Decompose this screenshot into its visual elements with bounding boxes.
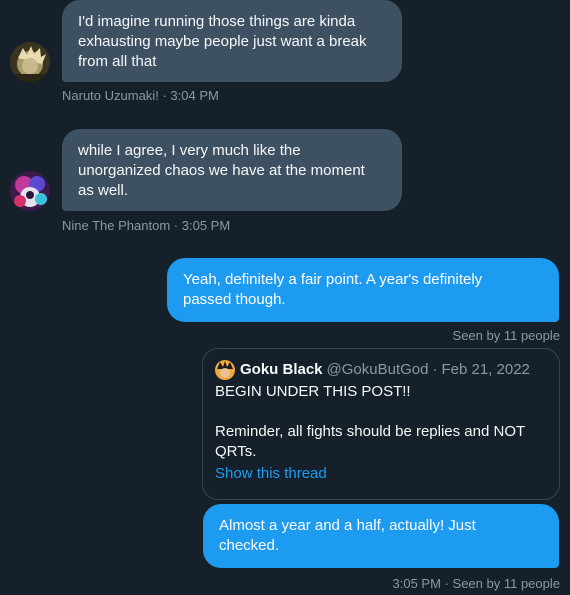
seen-by-count[interactable]: Seen by 11 people bbox=[453, 328, 560, 343]
separator-dot: · bbox=[173, 218, 179, 233]
quoted-tweet-card[interactable]: Goku Black @GokuButGod · Feb 21, 2022 BE… bbox=[202, 348, 560, 500]
message-text-line: checked. bbox=[219, 537, 280, 554]
avatar-nine-the-phantom[interactable] bbox=[10, 171, 50, 211]
sender-name[interactable]: Naruto Uzumaki! bbox=[62, 88, 159, 103]
message-bubble-incoming[interactable]: while I agree, I very much like the unor… bbox=[62, 129, 402, 211]
message-text-line: exhausting maybe people just want a brea… bbox=[78, 33, 367, 50]
message-text-line: passed though. bbox=[183, 291, 286, 308]
quoted-author-handle: @GokuButGod bbox=[326, 361, 429, 378]
message-meta: Naruto Uzumaki! · 3:04 PM bbox=[62, 88, 219, 104]
message-text-line: unorganized chaos we have at the moment bbox=[78, 162, 365, 179]
message-text-line: as well. bbox=[78, 182, 129, 199]
message-text-line: I'd imagine running those things are kin… bbox=[78, 13, 356, 30]
separator-dot: · bbox=[432, 361, 438, 378]
avatar-image bbox=[10, 171, 50, 211]
message-time: 3:05 PM bbox=[181, 218, 231, 233]
seen-by-count[interactable]: Seen by 11 people bbox=[453, 576, 560, 591]
message-text-line: Yeah, definitely a fair point. A year's … bbox=[183, 271, 483, 288]
separator-dot: · bbox=[444, 576, 449, 591]
quoted-tweet-header: Goku Black @GokuButGod · Feb 21, 2022 bbox=[215, 360, 547, 380]
avatar-naruto[interactable] bbox=[10, 42, 50, 82]
quoted-tweet-text: BEGIN UNDER THIS POST!! bbox=[215, 383, 411, 400]
quoted-tweet-text: Reminder, all fights should be replies a… bbox=[215, 423, 526, 440]
separator-dot: · bbox=[162, 88, 167, 103]
message-bubble-incoming[interactable]: I'd imagine running those things are kin… bbox=[62, 0, 402, 82]
message-bubble-outgoing[interactable]: Yeah, definitely a fair point. A year's … bbox=[167, 258, 559, 322]
message-text-line: while I agree, I very much like the bbox=[78, 142, 301, 159]
message-time: 3:05 PM bbox=[392, 576, 441, 591]
message-meta: Nine The Phantom · 3:05 PM bbox=[62, 218, 230, 234]
show-thread-link[interactable]: Show this thread bbox=[215, 464, 547, 484]
seen-status: Seen by 11 people bbox=[453, 328, 560, 344]
message-bubble-outgoing[interactable]: Almost a year and a half, actually! Just… bbox=[203, 504, 559, 568]
message-time: 3:04 PM bbox=[170, 88, 219, 103]
message-meta: 3:05 PM · Seen by 11 people bbox=[393, 576, 560, 592]
message-text-line: Almost a year and a half, actually! Just bbox=[219, 517, 476, 534]
goku-black-avatar-icon bbox=[215, 360, 235, 380]
quoted-tweet-date: Feb 21, 2022 bbox=[441, 361, 530, 378]
quoted-author-name: Goku Black bbox=[240, 361, 323, 378]
sender-name[interactable]: Nine The Phantom bbox=[62, 218, 170, 233]
avatar-image bbox=[10, 42, 50, 82]
message-text-line: from all that bbox=[78, 53, 157, 70]
quoted-tweet-avatar bbox=[215, 360, 235, 380]
quoted-tweet-text: QRTs. bbox=[215, 443, 257, 460]
quoted-tweet-body: BEGIN UNDER THIS POST!! Reminder, all fi… bbox=[215, 382, 547, 462]
